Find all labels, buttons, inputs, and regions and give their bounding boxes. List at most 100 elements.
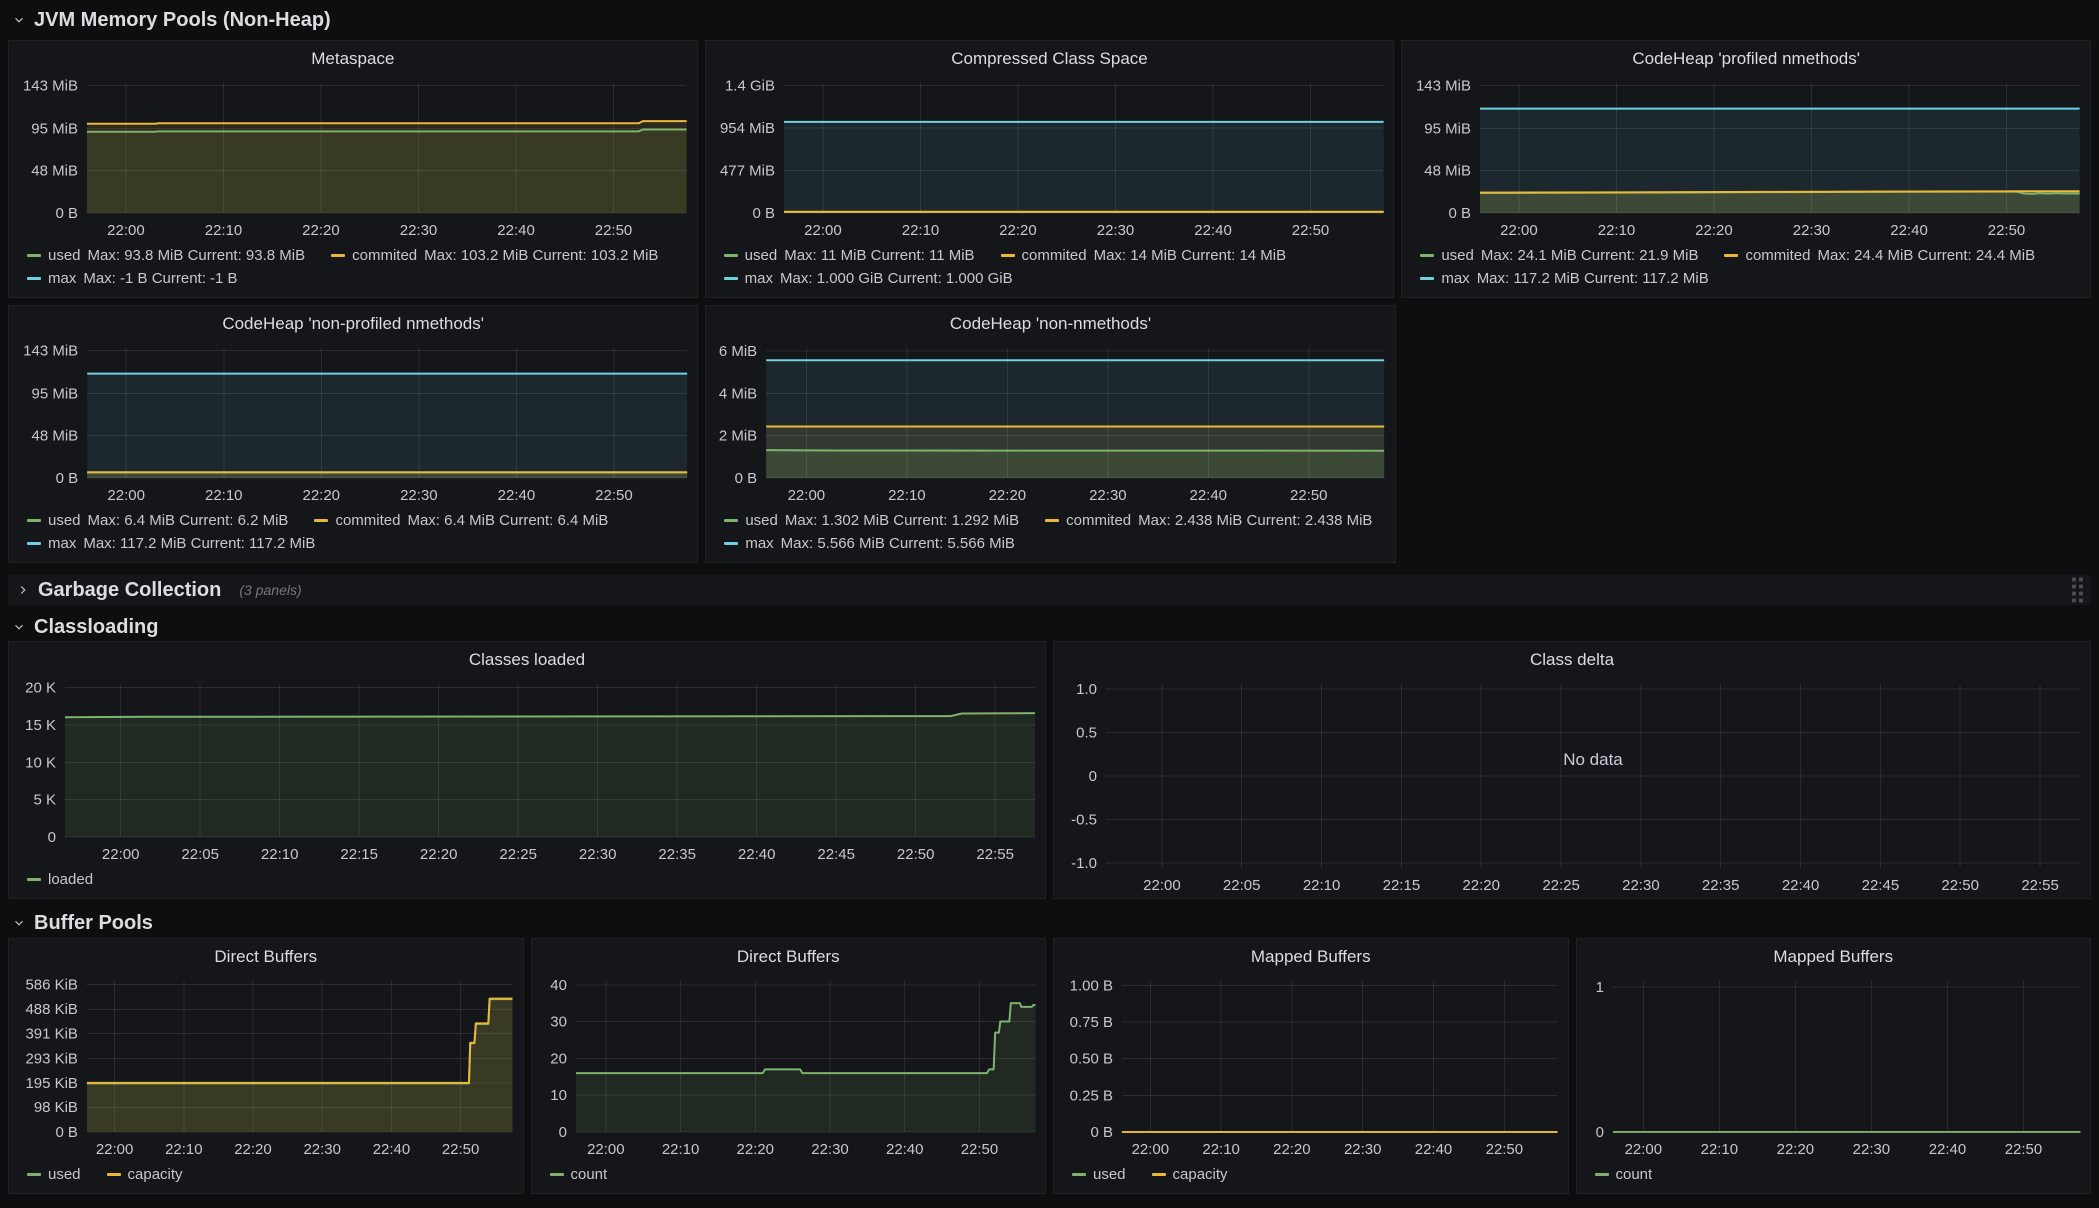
legend-series-name: used xyxy=(48,510,81,531)
legend-series-name: used xyxy=(745,510,778,531)
legend-item-used[interactable]: usedMax: 11 MiB Current: 11 MiB xyxy=(724,245,975,266)
panel-row-jvm-2: CodeHeap 'non-profiled nmethods' 0 B48 M… xyxy=(8,305,2091,563)
legend-item-max[interactable]: maxMax: 117.2 MiB Current: 117.2 MiB xyxy=(27,533,315,554)
svg-text:22:30: 22:30 xyxy=(303,1141,340,1158)
legend-item-max[interactable]: maxMax: 5.566 MiB Current: 5.566 MiB xyxy=(724,533,1015,554)
chart-compressed-class-space[interactable]: 0 B477 MiB954 MiB1.4 GiB22:0022:1022:202… xyxy=(706,75,1394,243)
svg-text:0: 0 xyxy=(1595,1124,1603,1141)
legend-series-name: commited xyxy=(1022,245,1087,266)
legend-series-name: count xyxy=(1616,1164,1653,1185)
panel-title[interactable]: Direct Buffers xyxy=(532,939,1046,973)
svg-text:48 MiB: 48 MiB xyxy=(31,162,78,179)
svg-text:22:50: 22:50 xyxy=(2004,1141,2041,1158)
chart-mapped-buffers-count[interactable]: 0122:0022:1022:2022:3022:4022:50 xyxy=(1577,973,2091,1162)
section-header-classloading[interactable]: Classloading xyxy=(8,613,2091,641)
section-title: Buffer Pools xyxy=(34,912,153,935)
legend-series-swatch xyxy=(27,878,41,881)
legend-item-used[interactable]: usedMax: 1.302 MiB Current: 1.292 MiB xyxy=(724,510,1019,531)
svg-text:22:30: 22:30 xyxy=(1622,877,1660,894)
legend-item-count[interactable]: count xyxy=(1595,1164,1653,1185)
svg-text:391 KiB: 391 KiB xyxy=(25,1026,77,1043)
section-header-jvm-memory-pools[interactable]: JVM Memory Pools (Non-Heap) xyxy=(8,0,2091,40)
svg-text:22:00: 22:00 xyxy=(96,1141,133,1158)
chart-codeheap-non-profiled[interactable]: 0 B48 MiB95 MiB143 MiB22:0022:1022:2022:… xyxy=(9,340,697,508)
svg-text:40: 40 xyxy=(550,977,567,994)
legend-item-used[interactable]: used Max: 93.8 MiB Current: 93.8 MiB xyxy=(27,245,305,266)
legend-item-loaded[interactable]: loaded xyxy=(27,869,93,890)
svg-text:22:15: 22:15 xyxy=(1383,877,1421,894)
svg-text:22:40: 22:40 xyxy=(1891,222,1929,239)
chart-codeheap-non-nmethods[interactable]: 0 B2 MiB4 MiB6 MiB22:0022:1022:2022:3022… xyxy=(706,340,1394,508)
chart-class-delta[interactable]: -1.0-0.500.51.022:0022:0522:1022:1522:20… xyxy=(1054,676,2090,898)
legend-item-commited[interactable]: commitedMax: 24.4 MiB Current: 24.4 MiB xyxy=(1724,245,2035,266)
legend: loaded xyxy=(9,867,1045,898)
legend-item-used[interactable]: used xyxy=(27,1164,81,1185)
svg-text:22:30: 22:30 xyxy=(1852,1141,1889,1158)
legend-item-commited[interactable]: commitedMax: 6.4 MiB Current: 6.4 MiB xyxy=(314,510,608,531)
svg-text:22:20: 22:20 xyxy=(1273,1141,1310,1158)
svg-text:22:00: 22:00 xyxy=(788,487,826,504)
legend-item-max[interactable]: maxMax: 117.2 MiB Current: 117.2 MiB xyxy=(1420,268,1708,289)
svg-text:22:40: 22:40 xyxy=(498,487,536,504)
svg-text:10 K: 10 K xyxy=(25,754,56,771)
legend-series-stats: Max: 93.8 MiB Current: 93.8 MiB xyxy=(88,245,306,266)
legend-item-max[interactable]: maxMax: 1.000 GiB Current: 1.000 GiB xyxy=(724,268,1013,289)
svg-text:143 MiB: 143 MiB xyxy=(23,343,78,360)
svg-text:48 MiB: 48 MiB xyxy=(1425,162,1472,179)
svg-text:22:50: 22:50 xyxy=(595,222,633,239)
panel-title[interactable]: Mapped Buffers xyxy=(1054,939,1568,973)
panel-title[interactable]: CodeHeap 'non-nmethods' xyxy=(706,306,1394,340)
svg-text:22:30: 22:30 xyxy=(811,1141,848,1158)
legend-item-used[interactable]: usedMax: 6.4 MiB Current: 6.2 MiB xyxy=(27,510,288,531)
legend-series-name: used xyxy=(48,245,81,266)
legend-item-capacity[interactable]: capacity xyxy=(107,1164,183,1185)
legend-item-used[interactable]: used xyxy=(1072,1164,1126,1185)
panel-title[interactable]: Compressed Class Space xyxy=(706,41,1394,75)
svg-text:22:10: 22:10 xyxy=(888,487,926,504)
panel-title[interactable]: Direct Buffers xyxy=(9,939,523,973)
legend-item-max[interactable]: maxMax: -1 B Current: -1 B xyxy=(27,268,238,289)
panel-title[interactable]: Mapped Buffers xyxy=(1577,939,2091,973)
svg-text:22:00: 22:00 xyxy=(102,846,140,863)
legend-series-swatch xyxy=(27,542,41,545)
legend-series-name: max xyxy=(1441,268,1469,289)
chart-metaspace[interactable]: 0 B48 MiB95 MiB143 MiB22:0022:1022:2022:… xyxy=(9,75,697,243)
panel-mapped-buffers-bytes: Mapped Buffers 0 B0.25 B0.50 B0.75 B1.00… xyxy=(1053,938,1569,1194)
row-drag-handle-icon[interactable] xyxy=(2072,578,2083,603)
legend-series-stats: Max: 14 MiB Current: 14 MiB xyxy=(1094,245,1287,266)
svg-text:0.75 B: 0.75 B xyxy=(1070,1014,1113,1031)
panel-codeheap-non-nmethods: CodeHeap 'non-nmethods' 0 B2 MiB4 MiB6 M… xyxy=(705,305,1395,563)
legend-item-used[interactable]: usedMax: 24.1 MiB Current: 21.9 MiB xyxy=(1420,245,1698,266)
legend-item-capacity[interactable]: capacity xyxy=(1152,1164,1228,1185)
panel-title[interactable]: Classes loaded xyxy=(9,642,1045,676)
panel-row-classloading: Classes loaded 05 K10 K15 K20 K22:0022:0… xyxy=(8,641,2091,899)
section-header-buffer-pools[interactable]: Buffer Pools xyxy=(8,908,2091,938)
svg-text:0 B: 0 B xyxy=(735,470,758,487)
legend-item-commited[interactable]: commitedMax: 2.438 MiB Current: 2.438 Mi… xyxy=(1045,510,1372,531)
legend-item-commited[interactable]: commited Max: 14 MiB Current: 14 MiB xyxy=(1001,245,1287,266)
chart-classes-loaded[interactable]: 05 K10 K15 K20 K22:0022:0522:1022:1522:2… xyxy=(9,676,1045,867)
svg-text:22:50: 22:50 xyxy=(960,1141,997,1158)
legend: used capacity xyxy=(1054,1162,1568,1193)
panel-title[interactable]: CodeHeap 'non-profiled nmethods' xyxy=(9,306,697,340)
legend-item-commited[interactable]: commitedMax: 103.2 MiB Current: 103.2 Mi… xyxy=(331,245,658,266)
svg-text:22:00: 22:00 xyxy=(804,222,842,239)
legend-item-count[interactable]: count xyxy=(550,1164,608,1185)
panel-title[interactable]: Metaspace xyxy=(9,41,697,75)
section-title: Garbage Collection xyxy=(38,579,221,602)
panel-title[interactable]: CodeHeap 'profiled nmethods' xyxy=(1402,41,2090,75)
svg-text:22:00: 22:00 xyxy=(587,1141,624,1158)
chart-direct-buffers-count[interactable]: 01020304022:0022:1022:2022:3022:4022:50 xyxy=(532,973,1046,1162)
svg-text:22:10: 22:10 xyxy=(165,1141,202,1158)
section-header-garbage-collection[interactable]: Garbage Collection (3 panels) xyxy=(8,575,2091,605)
svg-text:22:00: 22:00 xyxy=(107,222,145,239)
chevron-down-icon xyxy=(12,13,26,27)
svg-text:22:10: 22:10 xyxy=(901,222,939,239)
chart-codeheap-profiled[interactable]: 0 B48 MiB95 MiB143 MiB22:0022:1022:2022:… xyxy=(1402,75,2090,243)
empty-grid-slot xyxy=(1403,305,2091,563)
chart-direct-buffers-bytes[interactable]: 0 B98 KiB195 KiB293 KiB391 KiB488 KiB586… xyxy=(9,973,523,1162)
svg-text:22:10: 22:10 xyxy=(1303,877,1341,894)
chart-mapped-buffers-bytes[interactable]: 0 B0.25 B0.50 B0.75 B1.00 B22:0022:1022:… xyxy=(1054,973,1568,1162)
panel-title[interactable]: Class delta xyxy=(1054,642,2090,676)
svg-text:22:10: 22:10 xyxy=(261,846,299,863)
